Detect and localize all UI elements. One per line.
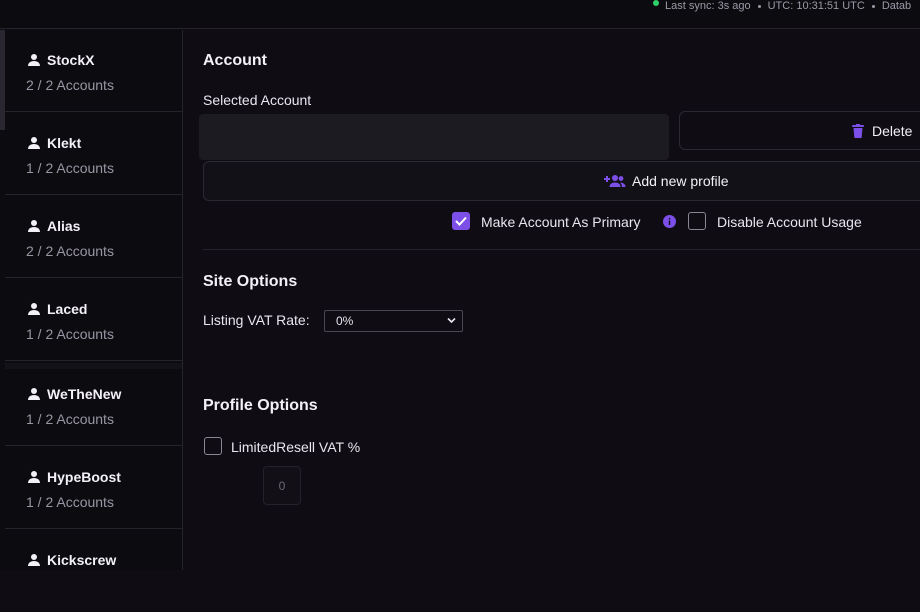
make-primary-checkbox[interactable] [452, 212, 470, 230]
sync-status: Last sync: 3s ago UTC: 10:31:51 UTC Datab [653, 0, 911, 12]
database-status-text: Datab [881, 0, 912, 12]
site-name-label: Kickscrew [47, 552, 117, 568]
chevron-down-icon [447, 317, 456, 324]
account-count: 1 / 2 Accounts [26, 411, 114, 427]
status-dot-icon [653, 0, 659, 7]
user-icon [28, 220, 40, 232]
section-divider [203, 249, 920, 250]
site-name-label: StockX [47, 52, 95, 68]
sidebar-item-klekt[interactable]: Klekt 1 / 2 Accounts [5, 113, 182, 195]
separator-dot [757, 4, 761, 8]
separator-dot [871, 4, 875, 8]
utc-time-text: UTC: 10:31:51 UTC [767, 0, 865, 12]
user-icon [28, 554, 40, 566]
listing-vat-select[interactable]: 0% [324, 310, 463, 332]
disable-account-label: Disable Account Usage [717, 214, 862, 230]
sidebar-item-laced[interactable]: Laced 1 / 2 Accounts [5, 279, 182, 361]
sidebar-item-hypeboost[interactable]: HypeBoost 1 / 2 Accounts [5, 447, 182, 529]
site-options-heading: Site Options [203, 273, 298, 290]
add-profile-button[interactable]: Add new profile [203, 161, 920, 201]
last-sync-text: Last sync: 3s ago [665, 0, 751, 12]
listing-vat-value: 0% [336, 314, 354, 328]
selected-account-label: Selected Account [203, 92, 312, 108]
account-count: 2 / 2 Accounts [26, 77, 114, 93]
user-icon [28, 471, 40, 483]
user-icon [28, 137, 40, 149]
add-users-icon [604, 175, 626, 187]
sidebar-item-kickscrew[interactable]: Kickscrew [5, 530, 182, 612]
site-name-label: Alias [47, 218, 81, 234]
site-name-label: HypeBoost [47, 469, 121, 485]
info-icon[interactable] [663, 215, 676, 228]
delete-button[interactable]: Delete [679, 111, 920, 150]
site-name-label: Klekt [47, 135, 82, 151]
top-status-bar: Last sync: 3s ago UTC: 10:31:51 UTC Datab [0, 0, 920, 29]
make-primary-label: Make Account As Primary [481, 214, 641, 230]
account-count: 1 / 2 Accounts [26, 326, 114, 342]
user-icon [28, 303, 40, 315]
sidebar-item-stockx[interactable]: StockX 2 / 2 Accounts [5, 30, 182, 112]
limitedresell-vat-input[interactable]: 0 [263, 466, 301, 505]
listing-vat-label: Listing VAT Rate: [203, 312, 310, 328]
site-sidebar: StockX 2 / 2 Accounts Klekt 1 / 2 Accoun… [5, 30, 183, 570]
selected-account-dropdown[interactable] [199, 114, 669, 160]
limitedresell-vat-checkbox[interactable] [204, 437, 222, 455]
sidebar-item-alias[interactable]: Alias 2 / 2 Accounts [5, 196, 182, 278]
user-icon [28, 388, 40, 400]
account-heading: Account [203, 52, 267, 69]
site-name-label: WeTheNew [47, 386, 122, 402]
account-count: 1 / 2 Accounts [26, 494, 114, 510]
delete-button-label: Delete [872, 122, 913, 139]
site-name-label: Laced [47, 301, 88, 317]
account-count: 2 / 2 Accounts [26, 243, 114, 259]
limitedresell-vat-label: LimitedResell VAT % [231, 439, 361, 455]
trash-icon [852, 123, 864, 138]
add-profile-label: Add new profile [632, 173, 729, 189]
sidebar-item-wethenew[interactable]: WeTheNew 1 / 2 Accounts [5, 364, 182, 446]
settings-panel: Account Selected Account Delete Add new … [183, 30, 920, 570]
checkmark-icon [455, 216, 467, 226]
user-icon [28, 54, 40, 66]
account-count: 1 / 2 Accounts [26, 160, 114, 176]
disable-account-checkbox[interactable] [688, 212, 706, 230]
limitedresell-vat-value: 0 [278, 478, 286, 493]
profile-options-heading: Profile Options [203, 397, 318, 414]
